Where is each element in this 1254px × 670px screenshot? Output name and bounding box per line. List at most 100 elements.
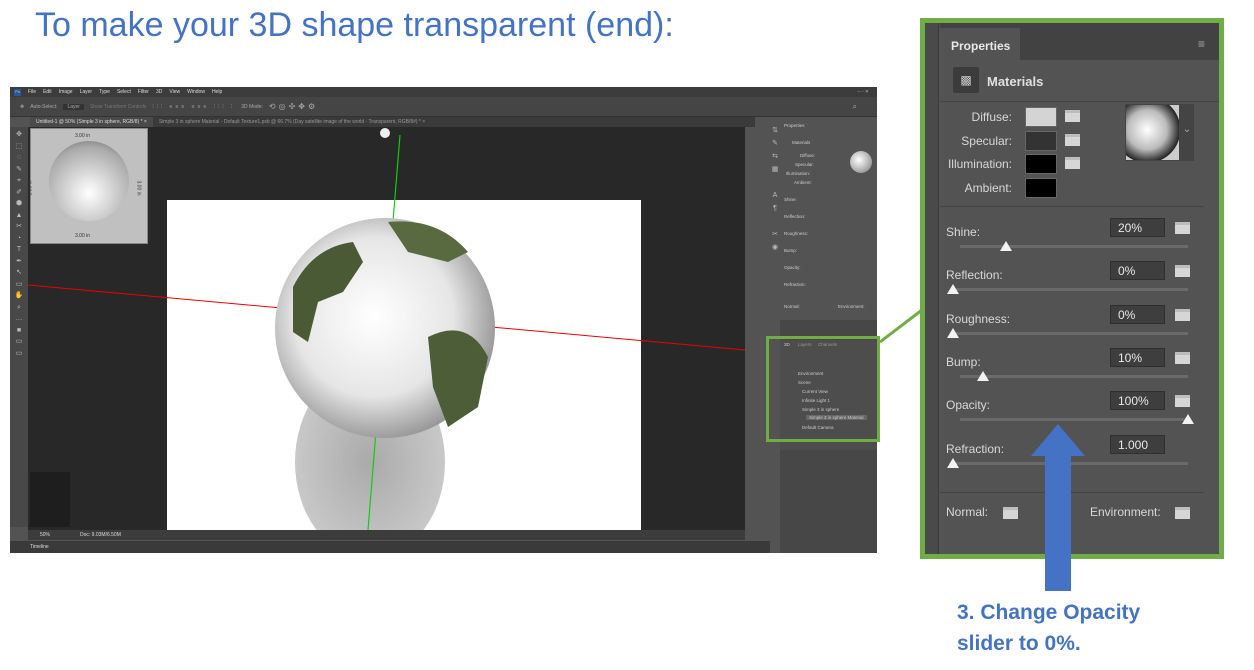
- texture-folder-icon[interactable]: [1175, 351, 1190, 364]
- menu-file[interactable]: File: [28, 89, 36, 95]
- auto-select-checkbox[interactable]: Auto-Select:: [30, 104, 57, 110]
- slider-value-input[interactable]: 100%: [1110, 391, 1165, 411]
- swatch-label: Illumination:: [947, 157, 1012, 171]
- normal-folder-icon[interactable]: [1003, 507, 1018, 519]
- slider-value-input[interactable]: 0%: [1110, 261, 1165, 281]
- color-swatch[interactable]: [1025, 107, 1057, 127]
- reflection-mini: Reflection:: [784, 214, 806, 219]
- ps-logo-icon: Ps: [14, 88, 21, 96]
- texture-folder-icon[interactable]: [1175, 265, 1190, 278]
- slider-track[interactable]: [960, 370, 1188, 381]
- slider-thumb[interactable]: [947, 457, 959, 468]
- color-swatch[interactable]: [1025, 130, 1057, 151]
- environment-folder-icon[interactable]: [1175, 507, 1190, 519]
- materials-icon: ▩: [953, 67, 979, 93]
- slider-label: Bump:: [946, 354, 981, 369]
- slider-label: Roughness:: [946, 311, 1011, 326]
- arrow-up-icon: [1031, 424, 1085, 591]
- dim-top: 3.00 in: [75, 133, 91, 139]
- options-bar: ✥ Auto-Select: Layer Show Transform Cont…: [10, 97, 877, 117]
- doc-size: Doc: 9.03M/6.50M: [80, 532, 121, 538]
- texture-folder-icon[interactable]: [1065, 133, 1080, 146]
- dim-left: 3.00 in: [27, 180, 34, 196]
- slider-label: Refraction:: [946, 441, 1005, 456]
- tab-untitled[interactable]: Untitled-1 @ 50% (Simple 3 in sphere, RG…: [30, 117, 153, 127]
- texture-folder-icon[interactable]: [1175, 222, 1190, 234]
- bump-mini: Bump:: [784, 248, 798, 253]
- slider-label: Reflection:: [946, 268, 1003, 283]
- menu-view[interactable]: View: [169, 89, 180, 95]
- properties-tab[interactable]: Properties: [940, 28, 1020, 61]
- properties-mini: Properties Materials Diffuse: Specular: …: [780, 120, 877, 320]
- menu-layer[interactable]: Layer: [80, 89, 93, 95]
- slider-track[interactable]: [960, 241, 1188, 251]
- slider-label: Shine:: [946, 225, 981, 239]
- material-preview-mini[interactable]: [850, 151, 872, 173]
- slider-track[interactable]: [947, 284, 1188, 295]
- dim-bottom: 3.00 in: [75, 233, 91, 239]
- 3d-mode-label: 3D Mode:: [241, 103, 263, 110]
- menu-3d[interactable]: 3D: [156, 89, 162, 95]
- slider-track[interactable]: [960, 414, 1194, 425]
- material-preview[interactable]: [1125, 104, 1180, 161]
- menu-image[interactable]: Image: [59, 89, 73, 95]
- canvas-area[interactable]: 3.00 in 3.00 in 3.00 in 3.00 in: [27, 127, 745, 540]
- slider-value-input[interactable]: 20%: [1110, 218, 1165, 237]
- tab-label: Simple 3 in sphere Material - Default Te…: [158, 119, 421, 125]
- panel-menu-icon[interactable]: ≡: [1198, 37, 1205, 51]
- slider-thumb[interactable]: [999, 241, 1012, 251]
- color-swatch[interactable]: [1025, 154, 1057, 174]
- slider-track[interactable]: [947, 327, 1188, 338]
- menu-filter[interactable]: Filter: [138, 89, 149, 95]
- slider-value-input[interactable]: 10%: [1110, 347, 1165, 367]
- menu-help[interactable]: Help: [212, 89, 222, 95]
- align-icons[interactable]: ⫶⫶⫶ ≡≡≡ ≡≡≡ ⫶⫶⫶ ⫶: [152, 104, 235, 110]
- 3d-mode-icons[interactable]: ⟲◎✣✥⚙: [269, 102, 318, 111]
- photoshop-window: Ps File Edit Image Layer Type Select Fil…: [10, 87, 877, 553]
- menu-edit[interactable]: Edit: [43, 89, 52, 95]
- opacity-mini: Opacity:: [784, 265, 801, 270]
- ambient-mini: Ambient:: [794, 180, 812, 185]
- timeline-tab[interactable]: Timeline: [10, 541, 770, 553]
- layer-select[interactable]: Layer: [63, 103, 84, 110]
- tool-icons[interactable]: ✥ ⬚ ◌ ✎ ⌖ ✐ ⬢ ▲ ✂ ◔ T ✒ ↖ ▭ ✋ ⌕… ■ ▭ ▭: [10, 127, 28, 359]
- diffuse-mini: Diffuse:: [800, 153, 816, 158]
- menu-select[interactable]: Select: [117, 89, 131, 95]
- thumbnail-sphere: [49, 141, 129, 221]
- search-icon[interactable]: ⌕: [853, 102, 857, 112]
- connector-line: [879, 308, 923, 344]
- axis-widget[interactable]: [30, 472, 70, 527]
- menu-type[interactable]: Type: [99, 89, 110, 95]
- divider: [940, 101, 1219, 102]
- menu-bar: Ps File Edit Image Layer Type Select Fil…: [10, 87, 877, 97]
- environment-label: Environment:: [1090, 505, 1161, 519]
- slider-thumb[interactable]: [1182, 414, 1194, 425]
- window-controls[interactable]: – ▫ ✕: [857, 89, 869, 95]
- tab-sphere-material[interactable]: Simple 3 in sphere Material - Default Te…: [153, 117, 431, 127]
- slider-thumb[interactable]: [976, 370, 989, 381]
- texture-folder-icon[interactable]: [1065, 157, 1080, 169]
- slider-label: Opacity:: [946, 398, 991, 413]
- slider-thumb[interactable]: [947, 284, 959, 295]
- texture-folder-icon[interactable]: [1065, 110, 1080, 122]
- show-transform-controls[interactable]: Show Transform Controls: [90, 104, 146, 110]
- zoom-level[interactable]: 50%: [40, 532, 50, 538]
- texture-folder-icon[interactable]: [1175, 308, 1190, 321]
- slider-thumb[interactable]: [947, 327, 959, 338]
- materials-title: Materials: [987, 74, 1044, 89]
- navigator-thumbnail[interactable]: 3.00 in 3.00 in 3.00 in 3.00 in: [27, 128, 148, 244]
- document-tabs: Untitled-1 @ 50% (Simple 3 in sphere, RG…: [30, 117, 755, 127]
- normal-label: Normal:: [946, 505, 989, 519]
- slider-value-input[interactable]: 1.000: [1110, 434, 1165, 454]
- refraction-mini: Refraction:: [784, 282, 806, 287]
- preview-dropdown-icon[interactable]: ⌄: [1180, 104, 1194, 161]
- specular-mini: Specular:: [795, 162, 815, 167]
- instruction-note: 3. Change Opacity slider to 0%.: [957, 597, 1140, 659]
- light-icon[interactable]: [380, 128, 390, 138]
- move-tool-icon[interactable]: ✥: [20, 104, 24, 110]
- color-swatch[interactable]: [1025, 177, 1057, 198]
- properties-tab-mini[interactable]: Properties: [784, 123, 805, 128]
- texture-folder-icon[interactable]: [1175, 395, 1190, 408]
- menu-window[interactable]: Window: [187, 89, 205, 95]
- slider-value-input[interactable]: 0%: [1110, 304, 1165, 324]
